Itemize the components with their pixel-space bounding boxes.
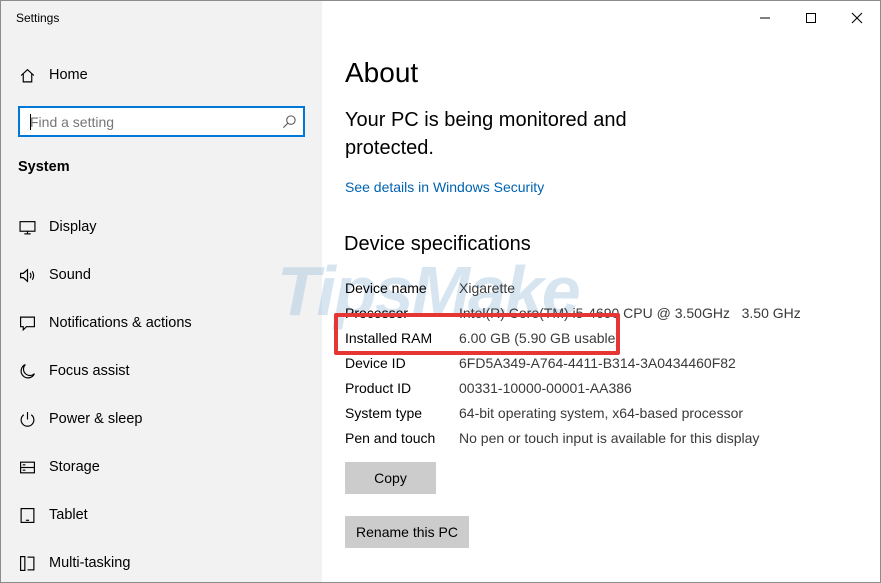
sidebar-item-label: Multi-tasking: [49, 555, 131, 571]
search-field[interactable]: [18, 106, 305, 137]
spec-row-device-id: Device ID 6FD5A349-A764-4411-B314-3A0434…: [345, 355, 736, 380]
sidebar-item-sound[interactable]: Sound: [1, 255, 322, 295]
search-icon[interactable]: [282, 114, 297, 129]
window-title: Settings: [16, 11, 60, 25]
section-heading-system: System: [18, 159, 70, 175]
text-caret: [30, 114, 31, 130]
spec-key: Device ID: [345, 355, 406, 371]
search-input[interactable]: [20, 108, 280, 135]
main-content: TipsMake About Your PC is being monitore…: [277, 1, 880, 582]
sidebar-item-label: Display: [49, 219, 97, 235]
sidebar-item-label: Home: [49, 67, 88, 83]
spec-row-system-type: System type 64-bit operating system, x64…: [345, 405, 743, 430]
sidebar-item-label: Power & sleep: [49, 411, 143, 427]
notification-icon: [18, 314, 36, 332]
multitask-icon: [18, 554, 36, 572]
ram-highlight-box: [334, 313, 620, 355]
spec-row-product-id: Product ID 00331-10000-00001-AA386: [345, 380, 632, 405]
display-icon: [18, 218, 36, 236]
sidebar-item-storage[interactable]: Storage: [1, 447, 322, 487]
settings-window: Settings Home System Display Sou: [0, 0, 881, 583]
sidebar-item-label: Storage: [49, 459, 100, 475]
power-icon: [18, 410, 36, 428]
tablet-icon: [18, 506, 36, 524]
spec-value: No pen or touch input is available for t…: [459, 430, 760, 446]
spec-key: Product ID: [345, 380, 412, 396]
spec-value: 00331-10000-00001-AA386: [459, 380, 632, 396]
sidebar-item-home[interactable]: Home: [1, 55, 322, 95]
sidebar-item-display[interactable]: Display: [1, 207, 322, 247]
spec-key: System type: [345, 405, 423, 421]
sidebar-item-label: Sound: [49, 267, 91, 283]
sidebar-item-label: Notifications & actions: [49, 315, 192, 331]
speaker-icon: [18, 266, 36, 284]
copy-button[interactable]: Copy: [345, 462, 436, 494]
spec-key: Device name: [345, 280, 427, 296]
moon-icon: [18, 362, 36, 380]
sidebar-item-multitasking[interactable]: Multi-tasking: [1, 543, 322, 582]
sidebar-item-tablet[interactable]: Tablet: [1, 495, 322, 535]
sidebar-item-power-sleep[interactable]: Power & sleep: [1, 399, 322, 439]
home-icon: [18, 66, 36, 84]
spec-row-pen-touch: Pen and touch No pen or touch input is a…: [345, 430, 759, 455]
sidebar: Settings Home System Display Sou: [1, 1, 322, 582]
windows-security-link[interactable]: See details in Windows Security: [345, 179, 544, 195]
spec-row-device-name: Device name Xigarette: [345, 280, 515, 305]
spec-value: 64-bit operating system, x64-based proce…: [459, 405, 744, 421]
protection-status-text: Your PC is being monitored and protected…: [345, 109, 627, 159]
sidebar-item-label: Focus assist: [49, 363, 130, 379]
sidebar-item-notifications[interactable]: Notifications & actions: [1, 303, 322, 343]
sidebar-item-focus-assist[interactable]: Focus assist: [1, 351, 322, 391]
sidebar-item-label: Tablet: [49, 507, 88, 523]
page-title: About: [345, 57, 419, 88]
device-specs-heading: Device specifications: [344, 233, 531, 255]
rename-pc-button[interactable]: Rename this PC: [345, 516, 469, 548]
spec-value: Xigarette: [459, 280, 516, 296]
spec-key: Pen and touch: [345, 430, 436, 446]
spec-value: 6FD5A349-A764-4411-B314-3A0434460F82: [459, 355, 736, 371]
storage-icon: [18, 458, 36, 476]
